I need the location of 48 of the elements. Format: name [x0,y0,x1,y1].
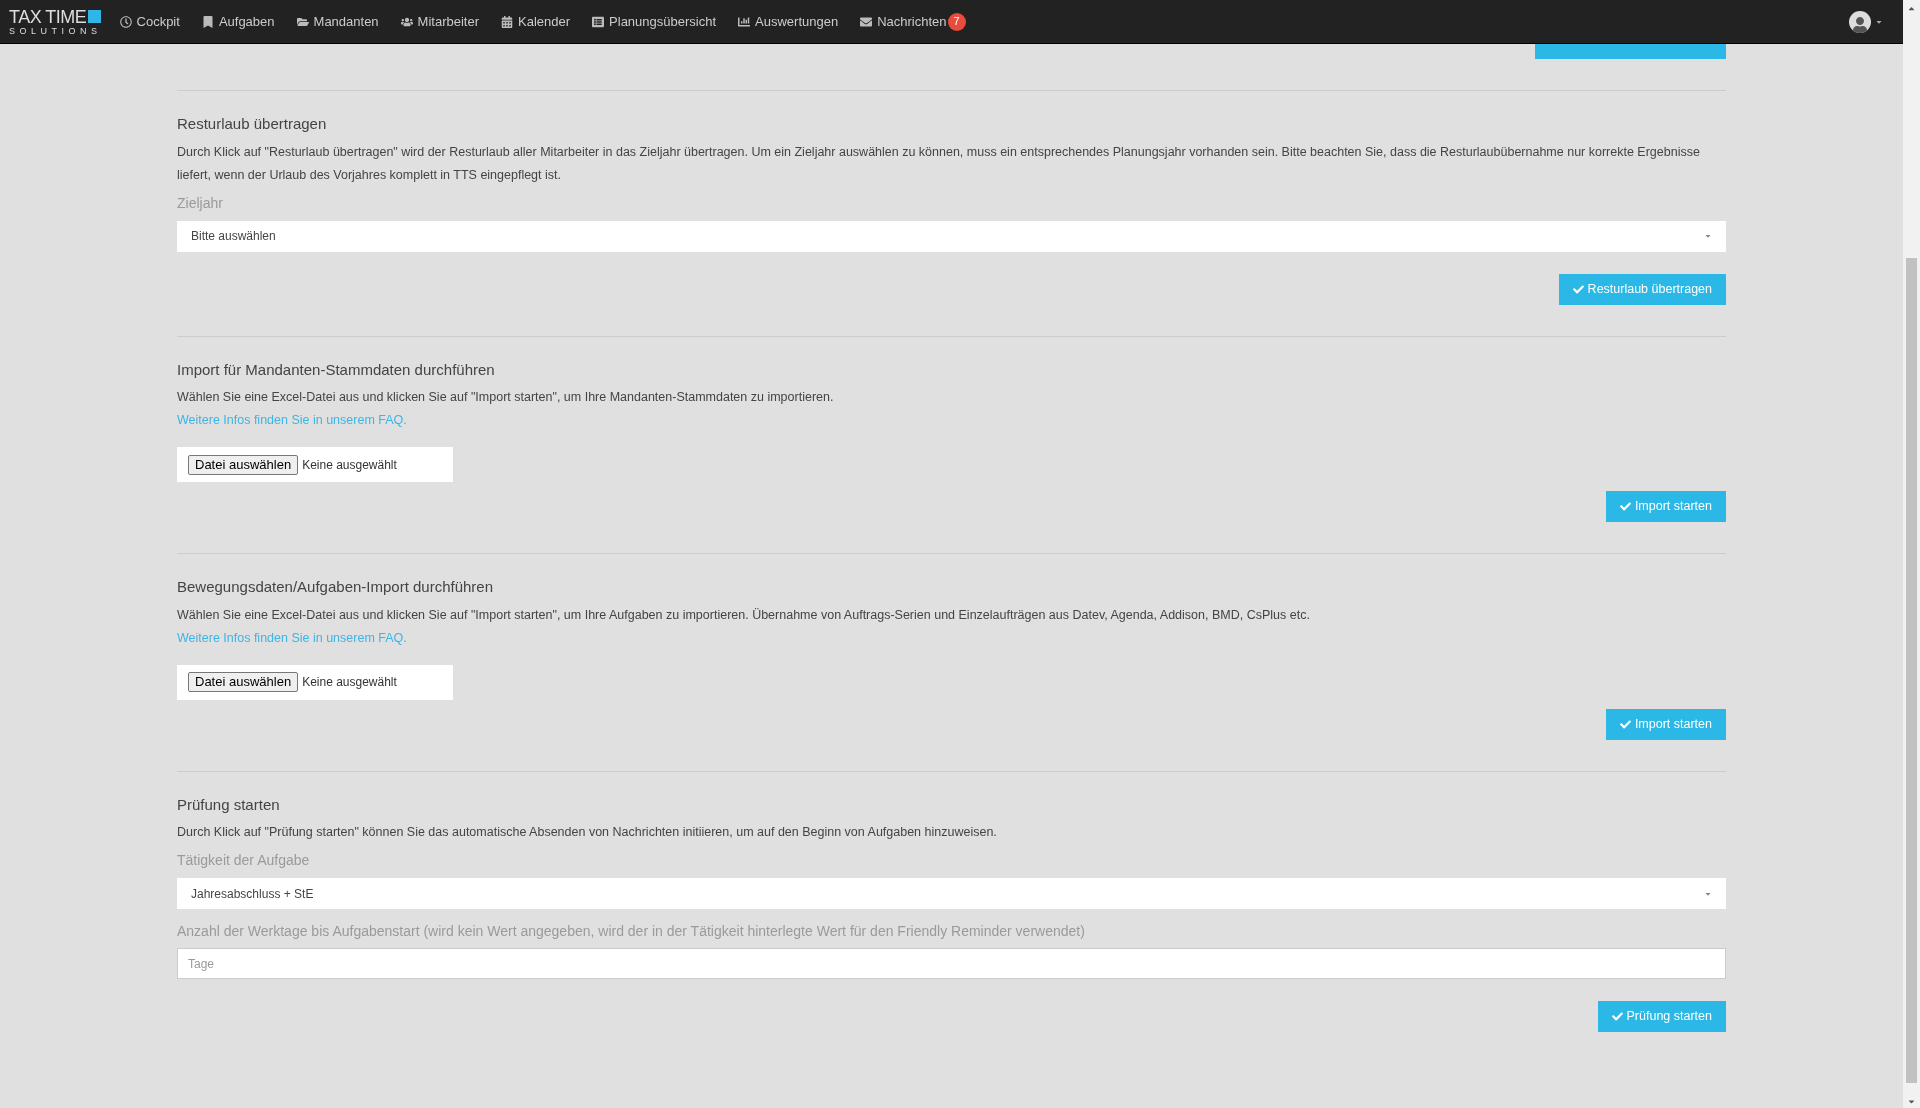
scrollbar[interactable] [1903,0,1920,1108]
folder-icon [296,15,309,28]
count-badge: 7 [947,12,966,31]
select-field[interactable]: Jahresabschluss + StE [177,878,1726,909]
field-label: Zieljahr [177,193,224,213]
nav-item[interactable]: Aufgaben [201,11,275,32]
clock-icon [119,15,132,28]
avatar-icon [1849,10,1871,33]
nav-item[interactable]: Nachrichten 7 [860,11,966,32]
file-status: Keine ausgewählt [302,674,397,691]
users-icon [400,15,413,28]
nav-item[interactable]: Auswertungen [738,11,839,32]
section-description: Wählen Sie eine Excel-Datei aus und klicken Sie auf "Import starten", um Ihre Mandanten-Stammdaten zu importieren. [177,389,835,406]
scroll-down-icon[interactable] [1907,1097,1916,1106]
check-icon [1619,501,1631,512]
check-icon [1611,1011,1623,1022]
logo[interactable]: TAX TIME SOLUTIONS [9,7,102,36]
nav-item[interactable]: Mandanten [296,11,379,32]
nav-item[interactable]: Kalender [501,11,571,32]
bar-chart-icon [738,15,751,28]
file-status: Keine ausgewählt [302,456,397,474]
nav-item[interactable]: Cockpit [119,11,180,32]
section-description: Wählen Sie eine Excel-Datei aus und klicken Sie auf "Import starten", um Ihre Aufgaben zu importieren. Übernahme von Auftrags-Serien und Einzelaufträgen aus Datev, Agenda, Addison, BMD, CsPlus etc. [177,606,1311,624]
section-title: Prüfung starten [177,794,281,815]
nav-item[interactable]: Mitarbeiter [400,11,480,32]
file-field[interactable]: Datei auswählen Keine ausgewählt [177,447,453,482]
section-description: Durch Klick auf "Resturlaub übertragen" wird der Resturlaub aller Mitarbeiter in das Zieljahr übertragen. Um ein Zieljahr auswählen zu können, muss ein entsprechendes Planungsjahr vorhanden sein. Bitte beachten Sie, dass die Resturlaubübernahme nur korrekte Ergebnisse liefert, wenn der Urlaub des Vorjahres komplett in TTS eingepflegt ist. [177,143,1701,184]
caret-icon [1704,232,1712,240]
input-field[interactable]: Tage [177,948,1726,979]
section-description: Durch Klick auf "Prüfung starten" können Sie das automatische Absenden von Nachrichten initiieren, um auf den Beginn von Aufgaben hinzuweisen. [177,824,998,841]
section-title: Import für Mandanten-Stammdaten durchführen [177,359,496,380]
section-title: Resturlaub übertragen [177,114,328,134]
bookmark-icon [201,15,214,28]
choose-file-button[interactable]: Datei auswählen [188,672,299,692]
scroll-up-icon[interactable] [1907,4,1916,13]
field-label: Tätigkeit der Aufgabe [177,851,311,870]
select-field[interactable]: Bitte auswählen [177,220,1726,252]
calendar-icon [501,15,514,28]
nav-item[interactable]: Planungsübersicht [592,11,717,32]
envelope-icon [860,15,873,28]
check-icon [1619,718,1631,730]
list-icon [592,15,605,28]
field-label: Anzahl der Werktage bis Aufgabenstart (wird kein Wert angegeben, wird der in der Tätigkeit hinterlegte Wert für den Friendly Reminder verwendet) [177,922,1086,941]
check-icon [1572,283,1584,295]
file-field[interactable]: Datei auswählen Keine ausgewählt [177,664,453,700]
section-title: Bewegungsdaten/Aufgaben-Import durchführen [177,577,495,597]
user-menu[interactable] [1849,10,1883,33]
choose-file-button[interactable]: Datei auswählen [188,454,299,475]
